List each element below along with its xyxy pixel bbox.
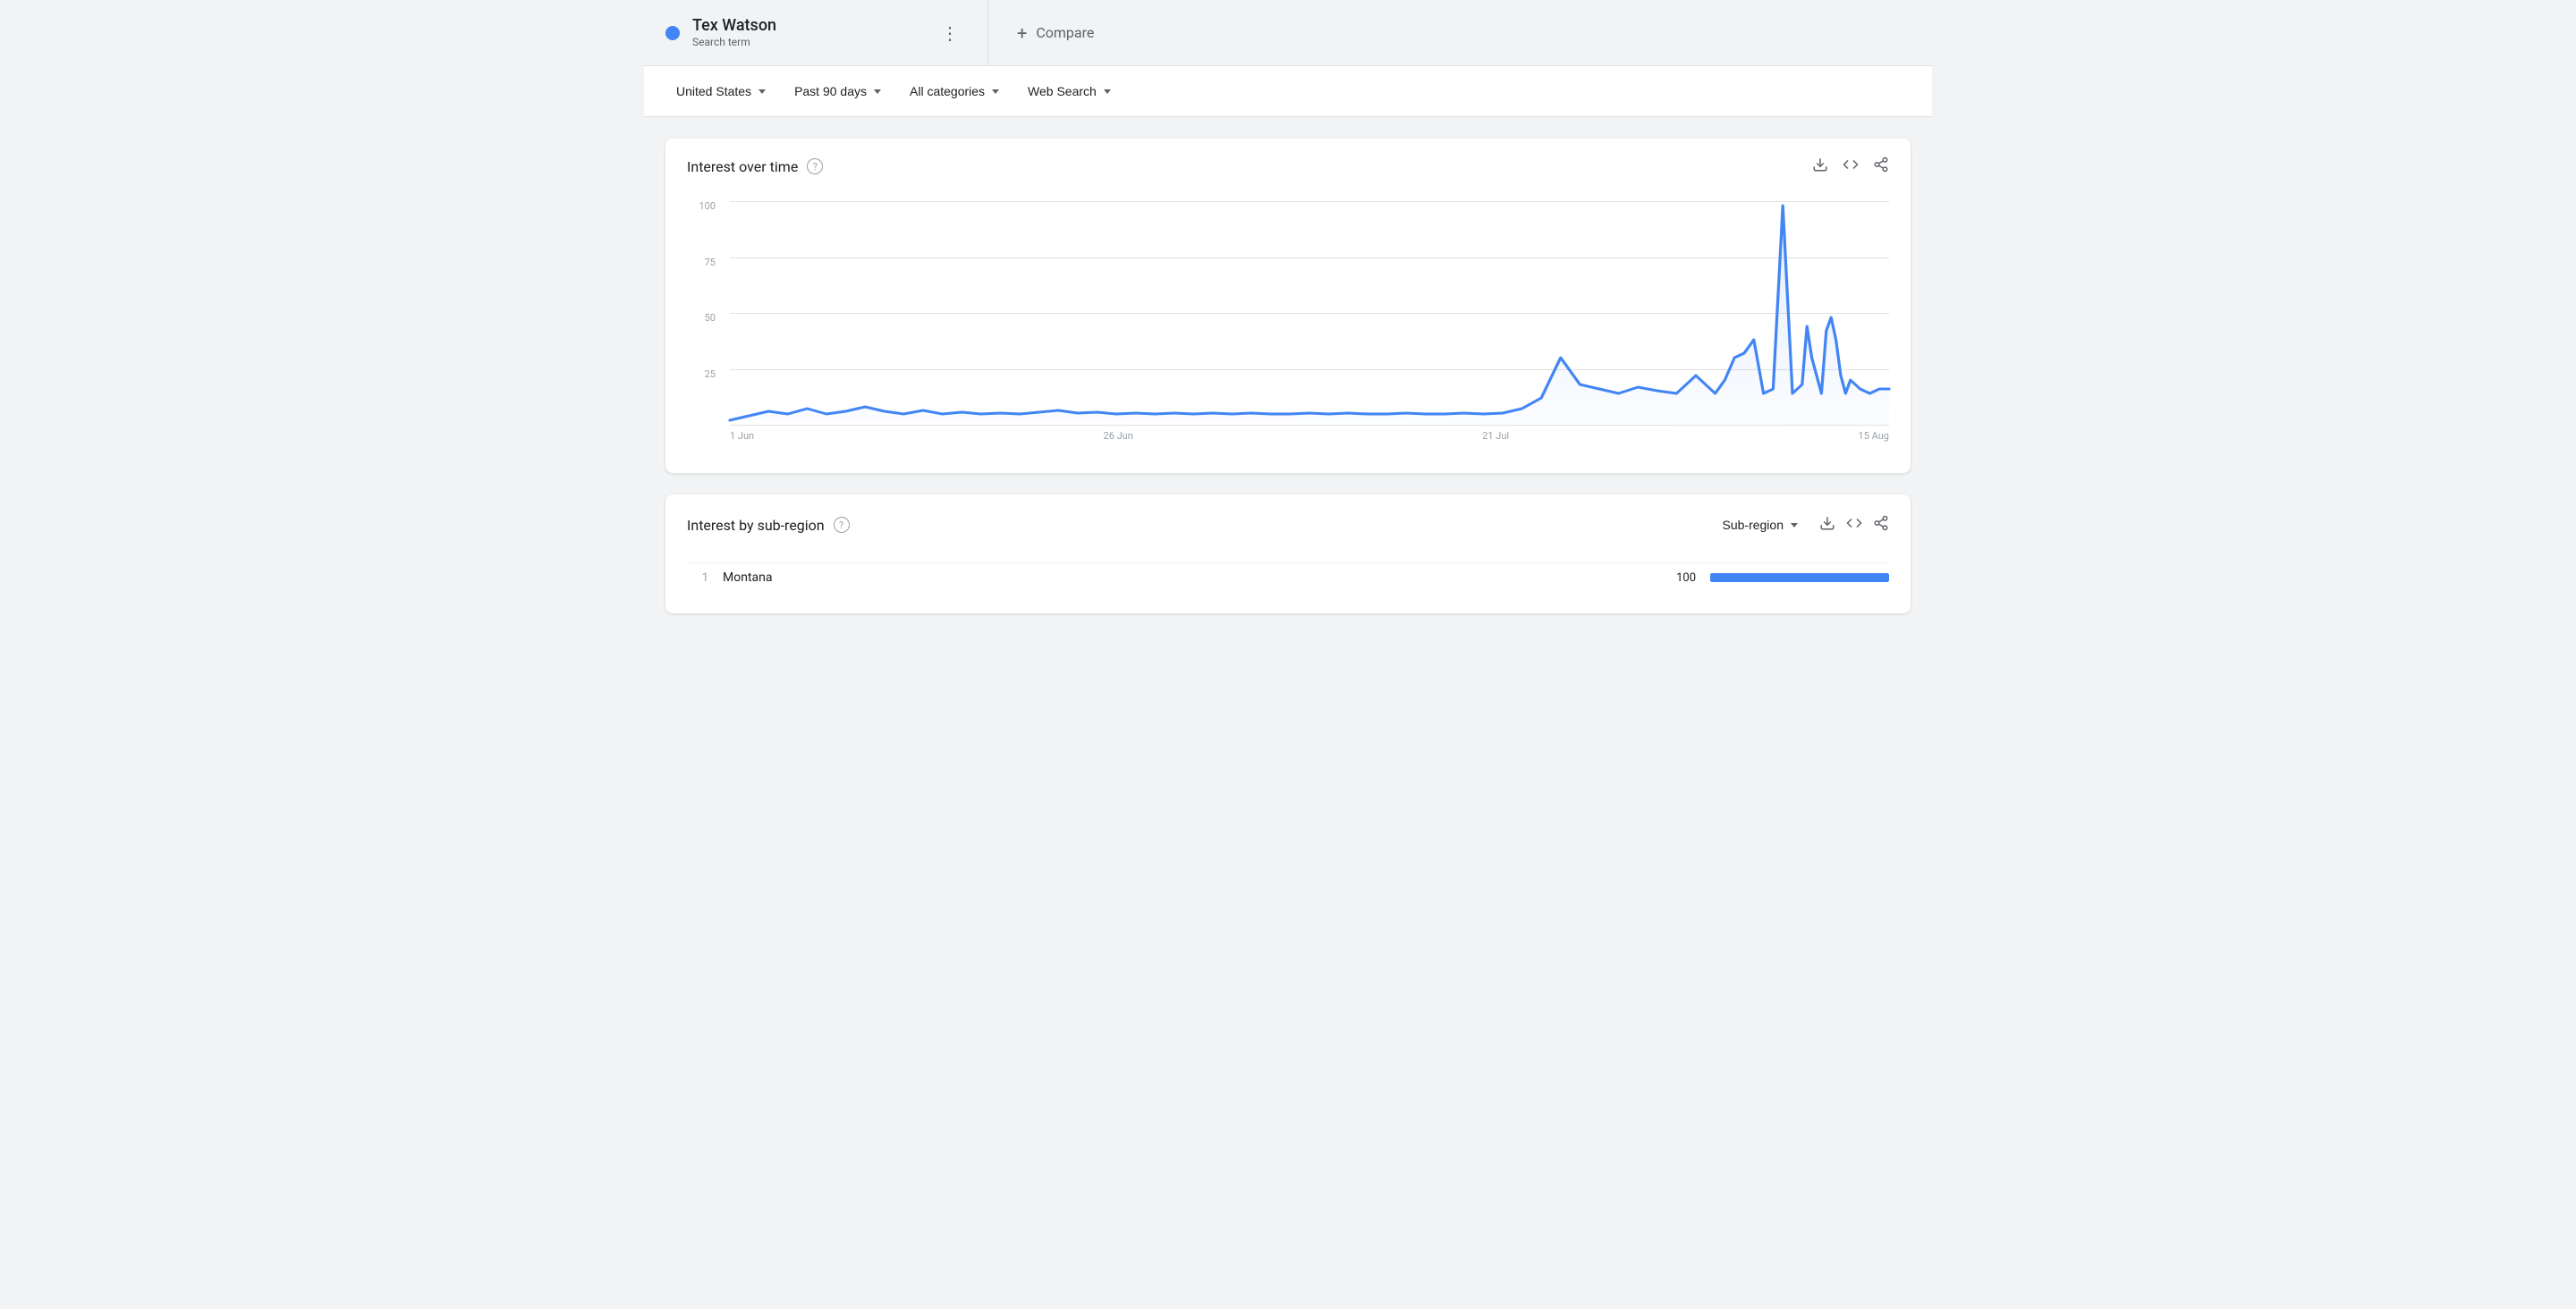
grid-line-0 (730, 425, 1889, 426)
table-row: 1 Montana 100 (687, 562, 1889, 592)
row-rank: 1 (687, 571, 708, 585)
chart-area: 100 75 50 25 (665, 187, 1911, 473)
row-bar (1710, 573, 1889, 582)
main-content: Interest over time ? (644, 117, 1932, 635)
card-actions (1812, 156, 1889, 176)
y-label-75: 75 (705, 258, 716, 267)
filter-time-button[interactable]: Past 90 days (784, 79, 892, 104)
filter-region-label: United States (676, 84, 751, 98)
sub-region-card-title: Interest by sub-region ? (687, 517, 850, 534)
sub-region-title: Interest by sub-region (687, 517, 825, 534)
search-term-text: Tex Watson Search term (692, 16, 776, 49)
sub-region-dropdown-button[interactable]: Sub-region (1712, 512, 1809, 537)
share-icon[interactable] (1873, 156, 1889, 176)
filter-category-button[interactable]: All categories (899, 79, 1010, 104)
chevron-down-icon (758, 89, 766, 94)
chart-svg (730, 201, 1889, 425)
filters-row: United States Past 90 days All categorie… (644, 66, 1932, 117)
filter-category-label: All categories (910, 84, 985, 98)
compare-plus-icon: + (1017, 22, 1027, 44)
x-label-aug15: 15 Aug (1859, 430, 1889, 442)
x-label-jul21: 21 Jul (1482, 430, 1509, 442)
chevron-down-icon (992, 89, 999, 94)
search-term-name: Tex Watson (692, 16, 776, 35)
filter-search-type-button[interactable]: Web Search (1017, 79, 1122, 104)
filter-region-button[interactable]: United States (665, 79, 776, 104)
interest-by-subregion-card: Interest by sub-region ? Sub-region (665, 494, 1911, 613)
sub-region-embed-icon[interactable] (1846, 515, 1862, 535)
interest-over-time-card: Interest over time ? (665, 139, 1911, 473)
card-title: Interest over time ? (687, 158, 823, 175)
search-term-menu-button[interactable]: ⋮ (934, 19, 966, 47)
row-bar-container (1710, 573, 1889, 582)
sub-region-table: 1 Montana 100 (665, 555, 1911, 613)
help-icon[interactable]: ? (807, 158, 823, 174)
sub-region-header: Interest by sub-region ? Sub-region (665, 494, 1911, 555)
sub-region-dropdown-label: Sub-region (1723, 518, 1784, 532)
sub-region-download-icon[interactable] (1819, 515, 1835, 535)
compare-label: Compare (1036, 24, 1094, 41)
sub-region-controls: Sub-region (1712, 512, 1890, 537)
compare-block[interactable]: + Compare (988, 0, 1123, 65)
search-term-block: Tex Watson Search term ⋮ (644, 0, 988, 65)
download-icon[interactable] (1812, 156, 1828, 176)
y-axis: 100 75 50 25 (687, 201, 723, 425)
search-bar-section: Tex Watson Search term ⋮ + Compare (644, 0, 1932, 66)
interest-over-time-title: Interest over time (687, 158, 798, 175)
embed-icon[interactable] (1843, 156, 1859, 176)
filter-time-label: Past 90 days (794, 84, 867, 98)
y-label-50: 50 (705, 313, 716, 323)
chart-container: 100 75 50 25 (687, 201, 1889, 452)
filter-search-type-label: Web Search (1028, 84, 1097, 98)
row-value: 100 (1660, 571, 1696, 585)
sub-region-help-icon[interactable]: ? (834, 517, 850, 533)
y-label-25: 25 (705, 369, 716, 379)
x-label-jun26: 26 Jun (1104, 430, 1133, 442)
search-term-sublabel: Search term (692, 36, 750, 48)
x-label-jun1: 1 Jun (730, 430, 754, 442)
x-axis: 1 Jun 26 Jun 21 Jul 15 Aug (730, 430, 1889, 452)
page-wrapper: Tex Watson Search term ⋮ + Compare Unite… (644, 0, 1932, 635)
sub-region-share-icon[interactable] (1873, 515, 1889, 535)
search-term-dot (665, 26, 680, 40)
row-name: Montana (723, 570, 1646, 585)
y-label-100: 100 (699, 201, 716, 211)
chevron-down-icon (874, 89, 881, 94)
chevron-down-icon (1791, 523, 1798, 528)
chevron-down-icon (1104, 89, 1111, 94)
card-header: Interest over time ? (665, 139, 1911, 187)
chart-inner (730, 201, 1889, 425)
